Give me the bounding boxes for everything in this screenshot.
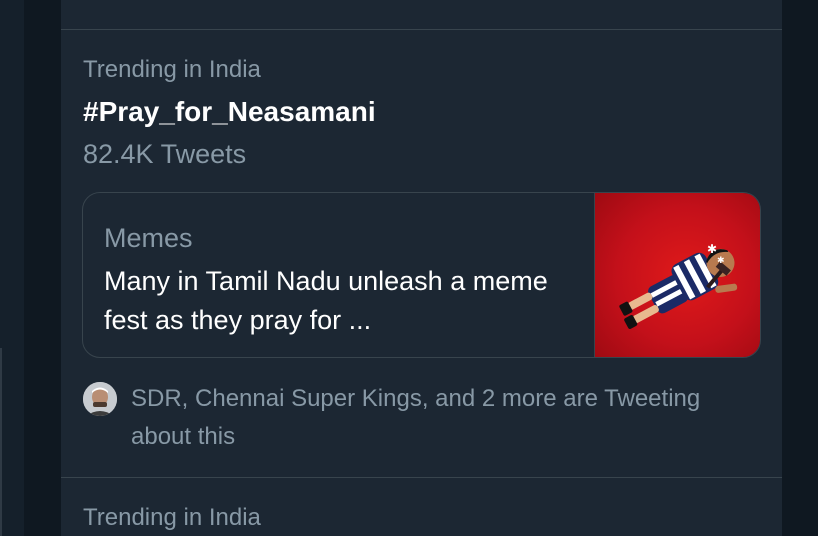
trend-context: Trending in India [83,504,261,531]
cartoon-figure-icon: ✱ ✱ [619,242,738,329]
trends-panel: Trending in India #Pray_for_Neasamani 82… [61,0,782,536]
right-gutter [782,0,818,536]
divider [61,477,782,478]
avatar-icon [83,382,117,416]
divider [61,29,782,30]
trend-context: Trending in India [83,56,261,83]
left-gutter [24,0,61,536]
tweet-count: 82.4K Tweets [83,139,247,169]
left-column-edge [0,348,2,536]
left-column [0,0,24,536]
news-card-category: Memes [104,223,193,253]
news-card-headline: Many in Tamil Nadu unleash a meme fest a… [104,266,548,335]
news-card-text: Memes Many in Tamil Nadu unleash a meme … [104,221,584,340]
page: Trending in India #Pray_for_Neasamani 82… [0,0,818,536]
svg-text:✱: ✱ [717,256,725,266]
news-card[interactable]: Memes Many in Tamil Nadu unleash a meme … [82,192,761,358]
social-context-text: SDR, Chennai Super Kings, and 2 more are… [131,385,701,450]
news-card-thumbnail: ✱ ✱ [594,193,760,357]
trend-name[interactable]: #Pray_for_Neasamani [83,95,376,129]
user-avatar[interactable] [81,380,119,418]
svg-text:✱: ✱ [707,242,717,256]
